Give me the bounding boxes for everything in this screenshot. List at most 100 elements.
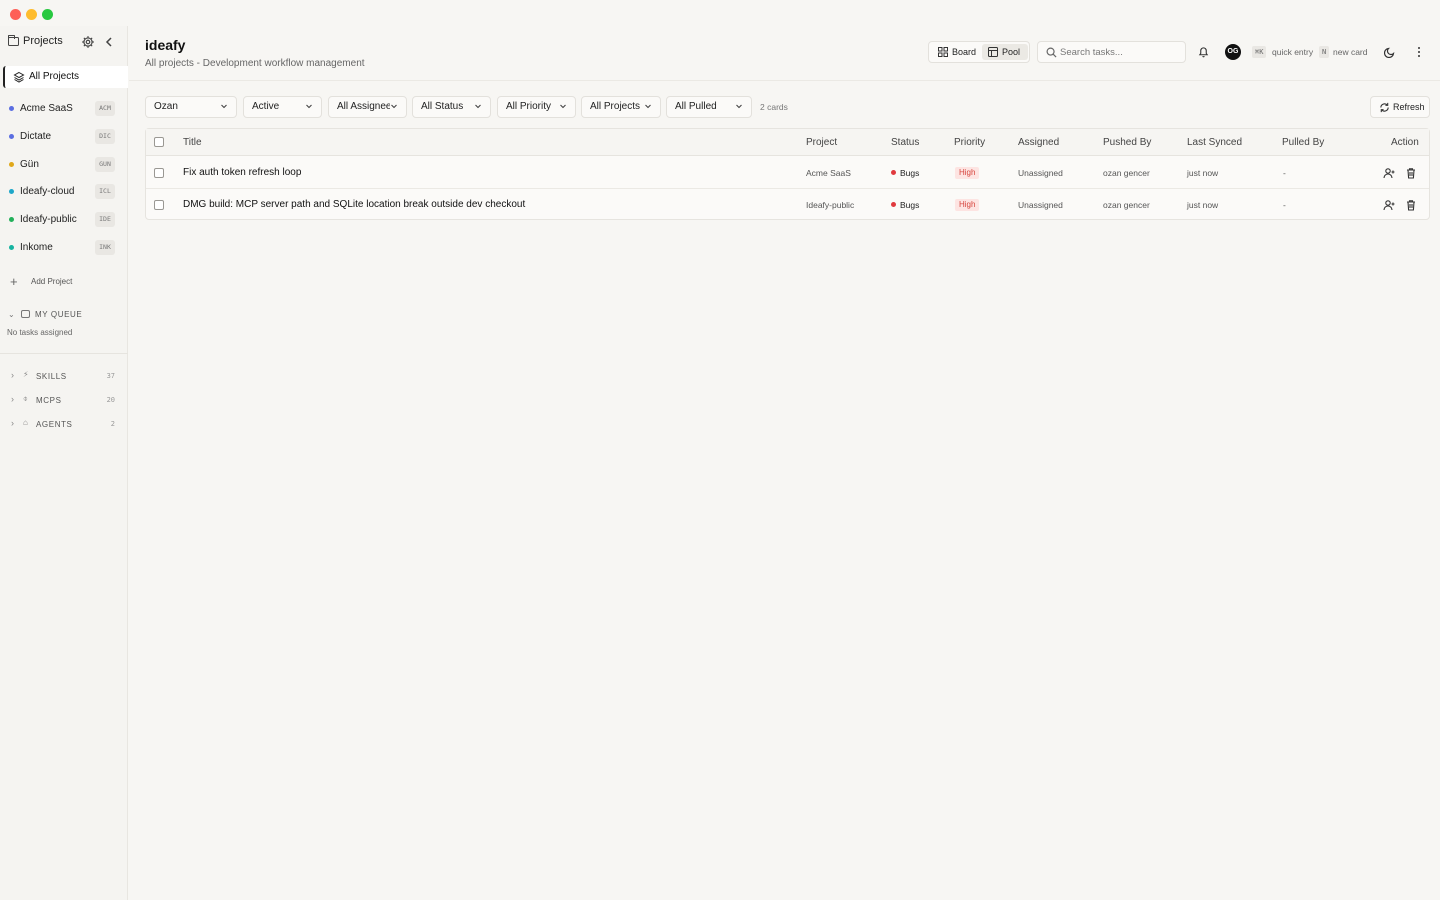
status-dot xyxy=(891,170,896,175)
column-header-project[interactable]: Project xyxy=(806,137,837,148)
table-header: Title Project Status Priority Assigned P… xyxy=(146,129,1429,156)
filter-label: All Pulled xyxy=(675,101,717,112)
search-icon xyxy=(1046,47,1057,58)
avatar[interactable]: OG xyxy=(1225,44,1241,60)
bell-icon[interactable] xyxy=(1198,46,1209,58)
task-project: Acme SaaS xyxy=(806,168,851,178)
priority-badge: High xyxy=(955,199,980,211)
task-pushed-by: ozan gencer xyxy=(1103,168,1150,178)
project-filter-select[interactable]: All Projects xyxy=(581,96,661,118)
chevron-down-icon xyxy=(645,104,651,109)
column-header-title[interactable]: Title xyxy=(183,137,202,148)
assign-user-icon[interactable] xyxy=(1383,199,1395,211)
select-all-checkbox[interactable] xyxy=(154,137,164,147)
state-filter-select[interactable]: Active xyxy=(243,96,322,118)
sidebar-item-project[interactable]: Ideafy-public IDE xyxy=(0,210,128,230)
filter-label: Active xyxy=(252,101,280,112)
my-queue-label: MY QUEUE xyxy=(35,310,83,319)
grid-icon xyxy=(938,47,948,57)
project-code-badge: DIC xyxy=(95,129,115,144)
moon-icon[interactable] xyxy=(1384,46,1396,58)
chevron-right-icon: › xyxy=(11,418,14,428)
trash-icon[interactable] xyxy=(1405,199,1417,211)
section-label: AGENTS xyxy=(36,420,73,429)
sidebar-header: Projects xyxy=(0,26,128,58)
pool-view-button[interactable]: Pool xyxy=(982,44,1028,60)
priority-badge: High xyxy=(955,167,980,179)
minimize-window-button[interactable] xyxy=(26,9,37,20)
column-header-status[interactable]: Status xyxy=(891,137,919,148)
shortcut-hint: new card xyxy=(1333,47,1368,57)
project-color-dot xyxy=(9,106,14,111)
main-panel: ideafy All projects - Development workfl… xyxy=(129,26,1440,900)
chevron-right-icon: › xyxy=(11,370,14,380)
row-checkbox[interactable] xyxy=(154,168,164,178)
sidebar-item-project[interactable]: Inkome INK xyxy=(0,238,128,258)
sidebar-section-skills[interactable]: › ⚡︎ SKILLS 37 xyxy=(0,369,128,383)
my-queue-empty-text: No tasks assigned xyxy=(7,328,73,337)
divider xyxy=(0,353,128,354)
project-color-dot xyxy=(9,245,14,250)
close-window-button[interactable] xyxy=(10,9,21,20)
project-color-dot xyxy=(9,134,14,139)
column-header-last-synced[interactable]: Last Synced xyxy=(1187,137,1242,148)
sidebar-item-project[interactable]: Ideafy-cloud ICL xyxy=(0,182,128,202)
project-color-dot xyxy=(9,189,14,194)
sidebar-item-all-projects[interactable]: All Projects xyxy=(3,66,128,88)
assignee-filter-select[interactable]: All Assignees xyxy=(328,96,407,118)
task-title[interactable]: Fix auth token refresh loop xyxy=(183,167,301,178)
board-view-label: Board xyxy=(952,47,977,57)
project-color-dot xyxy=(9,162,14,167)
filter-label: All Projects xyxy=(590,101,641,112)
row-checkbox[interactable] xyxy=(154,200,164,210)
pool-view-label: Pool xyxy=(1002,47,1021,57)
task-pushed-by: ozan gencer xyxy=(1103,200,1150,210)
bolt-icon: ⚡︎ xyxy=(23,370,29,379)
card-count: 2 cards xyxy=(760,102,788,112)
sidebar-section-mcps[interactable]: › ⌽ MCPS 20 xyxy=(0,393,128,407)
task-status-label: Bugs xyxy=(900,200,920,210)
add-project-button[interactable]: + Add Project xyxy=(0,274,128,290)
sidebar-title: Projects xyxy=(23,35,63,47)
table-row[interactable]: DMG build: MCP server path and SQLite lo… xyxy=(146,189,1429,221)
search-input[interactable] xyxy=(1060,45,1180,59)
sidebar-item-project[interactable]: Gün GUN xyxy=(0,155,128,175)
page-subtitle: All projects - Development workflow mana… xyxy=(145,58,365,69)
table-row[interactable]: Fix auth token refresh loop Acme SaaS Bu… xyxy=(146,157,1429,189)
column-header-pulled-by[interactable]: Pulled By xyxy=(1282,137,1324,148)
refresh-button[interactable]: Refresh xyxy=(1370,96,1430,118)
priority-filter-select[interactable]: All Priority xyxy=(497,96,576,118)
refresh-icon xyxy=(1380,102,1389,113)
collapse-sidebar-icon[interactable] xyxy=(103,35,115,49)
section-label: SKILLS xyxy=(36,372,67,381)
my-queue-header[interactable]: ⌄ MY QUEUE xyxy=(0,308,128,322)
sidebar-section-agents[interactable]: › ⌂ AGENTS 2 xyxy=(0,417,128,431)
status-filter-select[interactable]: All Status xyxy=(412,96,491,118)
plug-icon: ⌽ xyxy=(23,394,28,403)
task-status-label: Bugs xyxy=(900,168,920,178)
gear-icon[interactable] xyxy=(81,35,95,49)
inbox-icon xyxy=(21,310,30,318)
owner-filter-select[interactable]: Ozan xyxy=(145,96,237,118)
column-header-priority[interactable]: Priority xyxy=(954,137,985,148)
more-vertical-icon[interactable] xyxy=(1413,46,1425,58)
task-assigned: Unassigned xyxy=(1018,168,1063,178)
task-title[interactable]: DMG build: MCP server path and SQLite lo… xyxy=(183,199,525,210)
project-name: Gün xyxy=(20,159,39,170)
task-pulled-by: - xyxy=(1283,200,1286,210)
trash-icon[interactable] xyxy=(1405,167,1417,179)
board-view-button[interactable]: Board xyxy=(932,44,978,60)
sidebar-item-project[interactable]: Acme SaaS ACM xyxy=(0,99,128,119)
pulled-filter-select[interactable]: All Pulled xyxy=(666,96,752,118)
task-table: Title Project Status Priority Assigned P… xyxy=(145,128,1430,220)
chevron-down-icon xyxy=(475,104,481,109)
sidebar-item-project[interactable]: Dictate DIC xyxy=(0,127,128,147)
chevron-down-icon xyxy=(736,104,742,109)
assign-user-icon[interactable] xyxy=(1383,167,1395,179)
project-code-badge: ICL xyxy=(95,184,115,199)
column-header-pushed-by[interactable]: Pushed By xyxy=(1103,137,1151,148)
maximize-window-button[interactable] xyxy=(42,9,53,20)
section-count: 37 xyxy=(106,372,115,380)
project-name: Acme SaaS xyxy=(20,103,73,114)
column-header-assigned[interactable]: Assigned xyxy=(1018,137,1059,148)
